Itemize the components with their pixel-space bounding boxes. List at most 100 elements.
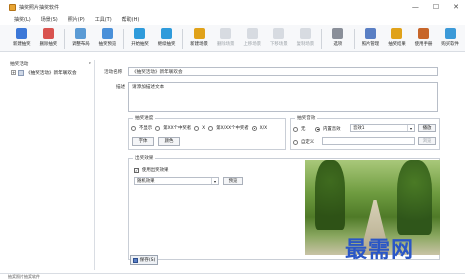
sound-play-button[interactable]: 播放 bbox=[418, 124, 436, 132]
effect-check-label: 使用出奖效果 bbox=[142, 168, 169, 173]
toolbar-button-start[interactable]: 开始抽奖 bbox=[128, 25, 152, 47]
save-button-label: 保存(S) bbox=[139, 258, 156, 263]
progress-option-label: 第X/XX个中奖者 bbox=[216, 126, 249, 131]
toolbar-separator bbox=[64, 29, 66, 49]
watermark-logo: 最需网 bbox=[345, 237, 415, 263]
color-button[interactable]: 颜色 bbox=[158, 137, 180, 146]
sound-select-value: 音效1 bbox=[353, 126, 365, 131]
pin-icon[interactable]: ᵖ bbox=[89, 62, 91, 67]
preview-icon bbox=[101, 28, 113, 39]
sound-builtin-label: 内置音效 bbox=[323, 127, 341, 132]
toolbar-separator bbox=[321, 29, 323, 49]
toolbar: 新建抽奖 删除抽奖 调整布局 抽奖预览 开始抽奖 继续抽奖 新建场景 删除场景 上移场景 下移场景… bbox=[0, 25, 465, 52]
toolbar-separator bbox=[182, 29, 184, 49]
new-lottery-icon bbox=[16, 28, 28, 39]
progress-radio-0[interactable] bbox=[131, 125, 136, 131]
move-down-icon bbox=[273, 28, 285, 39]
toolbar-button-cart[interactable]: 购买软件 bbox=[438, 25, 462, 47]
progress-options: 不显示 第XX个中奖者 X 第X/XX个中奖者 X/X bbox=[131, 125, 267, 131]
sound-custom-path[interactable] bbox=[322, 137, 415, 145]
toolbar-button-label: 选项 bbox=[333, 42, 343, 47]
toolbar-button-label: 照片管理 bbox=[361, 42, 380, 47]
menu-tools[interactable]: 工具(T) bbox=[95, 16, 112, 23]
toolbar-separator bbox=[123, 29, 125, 49]
app-icon bbox=[9, 3, 16, 11]
effect-preview-button[interactable]: 预览 bbox=[223, 177, 243, 185]
toolbar-button-new-lottery[interactable]: 新建抽奖 bbox=[10, 25, 34, 47]
activity-node-icon bbox=[18, 69, 24, 76]
progress-radio-1[interactable] bbox=[155, 125, 161, 131]
toolbar-button-results[interactable]: 抽奖结果 bbox=[385, 25, 409, 47]
activity-name-label: 活动名称 bbox=[104, 70, 123, 75]
toolbar-button-label: 上移场景 bbox=[243, 42, 262, 47]
expand-icon[interactable]: + bbox=[11, 70, 16, 75]
sound-builtin-radio[interactable] bbox=[315, 126, 320, 132]
effect-select[interactable]: 随机效果 ▾ bbox=[134, 177, 219, 185]
menu-bar: 抽奖(L) 场景(S) 照片(P) 工具(T) 帮助(H) bbox=[0, 14, 465, 24]
toolbar-button-continue[interactable]: 继续抽奖 bbox=[155, 25, 179, 47]
move-up-icon bbox=[246, 28, 258, 39]
menu-help[interactable]: 帮助(H) bbox=[122, 16, 140, 23]
menu-scene[interactable]: 场景(S) bbox=[41, 16, 58, 23]
start-icon bbox=[134, 28, 146, 39]
effect-select-value: 随机效果 bbox=[137, 179, 155, 184]
title-bar: 抽奖照片抽奖软件 — ☐ ✕ bbox=[0, 0, 465, 14]
status-bar: 抽奖照片抽奖软件 bbox=[0, 273, 465, 280]
toolbar-button-delete-lottery[interactable]: 删除抽奖 bbox=[37, 25, 61, 47]
toolbar-button-label: 新建抽奖 bbox=[13, 42, 31, 47]
toolbar-button-label: 购买软件 bbox=[441, 42, 459, 47]
toolbar-button-move-up[interactable]: 上移场景 bbox=[240, 25, 264, 47]
toolbar-separator bbox=[353, 29, 355, 49]
sound-group-title: 抽奖音效 bbox=[295, 115, 318, 121]
save-button[interactable]: 保存(S) bbox=[130, 255, 158, 265]
progress-option-label: X bbox=[202, 125, 206, 131]
maximize-button[interactable]: ☐ bbox=[433, 3, 439, 11]
options-icon bbox=[332, 28, 344, 39]
layout-icon bbox=[75, 28, 87, 39]
toolbar-button-options[interactable]: 选项 bbox=[326, 25, 350, 47]
sound-select[interactable]: 音效1 ▾ bbox=[350, 124, 415, 132]
chevron-down-icon[interactable]: ▾ bbox=[407, 125, 414, 131]
toolbar-button-move-down[interactable]: 下移场景 bbox=[267, 25, 291, 47]
toolbar-button-label: 开始抽奖 bbox=[131, 42, 149, 47]
effect-checkbox[interactable]: ✓ bbox=[134, 167, 139, 173]
close-button[interactable]: ✕ bbox=[453, 3, 459, 11]
toolbar-button-new-scene[interactable]: 新建场景 bbox=[187, 25, 211, 47]
chevron-down-icon[interactable]: ▾ bbox=[211, 178, 218, 184]
photo-manage-icon bbox=[364, 28, 376, 39]
menu-lottery[interactable]: 抽奖(L) bbox=[14, 16, 31, 23]
menu-photo[interactable]: 照片(P) bbox=[68, 16, 85, 23]
save-icon bbox=[132, 257, 138, 263]
toolbar-button-preview[interactable]: 抽奖预览 bbox=[96, 25, 120, 47]
manual-icon bbox=[418, 28, 430, 39]
toolbar-button-label: 删除抽奖 bbox=[39, 42, 58, 47]
progress-group-title: 抽奖进度 bbox=[133, 115, 156, 121]
photo-tree-right bbox=[397, 160, 432, 235]
progress-radio-4[interactable] bbox=[251, 125, 257, 131]
cart-icon bbox=[444, 28, 456, 39]
activity-name-input[interactable]: 《抽奖活动》新年联欢会 bbox=[128, 67, 438, 76]
progress-radio-3[interactable] bbox=[208, 125, 214, 131]
toolbar-button-label: 删除场景 bbox=[216, 42, 235, 47]
tree-item-activity[interactable]: + 《抽奖活动》新年联欢会 bbox=[7, 68, 94, 77]
activity-tree-panel: 抽奖活动 ᵖ + 《抽奖活动》新年联欢会 bbox=[7, 60, 95, 270]
sound-none-row: 无 bbox=[293, 126, 305, 132]
toolbar-button-label: 调整布局 bbox=[72, 42, 90, 47]
results-icon bbox=[391, 28, 403, 39]
tree-item-label: 《抽奖活动》新年联欢会 bbox=[26, 70, 77, 76]
font-button[interactable]: 字体 bbox=[132, 137, 154, 146]
progress-option-label: 第XX个中奖者 bbox=[163, 126, 192, 131]
sound-none-radio[interactable] bbox=[293, 126, 298, 132]
toolbar-button-copy-scene[interactable]: 复制场景 bbox=[294, 25, 318, 47]
minimize-button[interactable]: — bbox=[412, 3, 419, 11]
sound-browse-button[interactable]: 浏览 bbox=[418, 137, 436, 145]
toolbar-button-delete-scene[interactable]: 删除场景 bbox=[214, 25, 238, 47]
description-textarea[interactable]: 请添加描述文本 bbox=[128, 82, 438, 112]
sound-builtin-row: 内置音效 bbox=[315, 126, 341, 132]
toolbar-button-layout[interactable]: 调整布局 bbox=[69, 25, 93, 47]
toolbar-button-label: 新建场景 bbox=[190, 42, 208, 47]
progress-radio-2[interactable] bbox=[194, 125, 200, 131]
sound-custom-radio[interactable] bbox=[293, 139, 298, 145]
toolbar-button-photo-manage[interactable]: 照片管理 bbox=[359, 25, 383, 47]
toolbar-button-manual[interactable]: 使用手册 bbox=[412, 25, 436, 47]
